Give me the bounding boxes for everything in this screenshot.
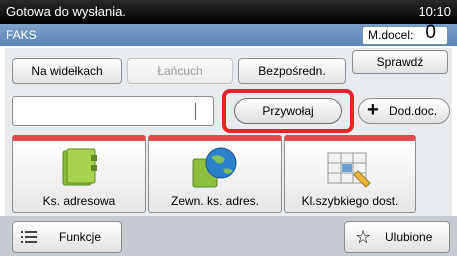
- check-button[interactable]: Sprawdź: [352, 50, 448, 74]
- on-hook-button[interactable]: Na widełkach: [12, 58, 122, 84]
- external-address-book-tile[interactable]: Zewn. ks. adres.: [148, 135, 282, 213]
- functions-label: Funkcje: [59, 230, 102, 244]
- recall-button[interactable]: Przywołaj: [234, 98, 342, 124]
- address-book-icon: [62, 148, 97, 186]
- direct-button[interactable]: Bezpośredn.: [238, 58, 346, 84]
- plus-icon: +: [367, 99, 379, 121]
- clock: 10:10: [418, 4, 451, 19]
- list-icon: [21, 231, 37, 243]
- address-book-label: Ks. adresowa: [42, 194, 116, 208]
- star-icon: ☆: [355, 227, 372, 247]
- text-cursor: [195, 103, 196, 120]
- status-bar: Gotowa do wysłania. 10:10: [0, 0, 457, 24]
- fax-number-input[interactable]: [12, 96, 214, 126]
- add-destination-label: Dod.doc.: [389, 104, 438, 118]
- add-destination-button[interactable]: + Dod.doc.: [358, 98, 450, 124]
- favorites-label: Ulubione: [385, 230, 433, 244]
- external-address-book-label: Zewn. ks. adres.: [170, 194, 260, 208]
- speed-dial-icon: [327, 152, 371, 188]
- functions-button[interactable]: Funkcje: [12, 221, 122, 253]
- favorites-button[interactable]: ☆ Ulubione: [344, 221, 450, 253]
- destination-counter: M.docel: 0: [362, 22, 448, 45]
- globe-book-icon: [192, 147, 237, 188]
- destination-count: 0: [425, 22, 436, 43]
- title-bar: FAKS M.docel: 0: [0, 22, 457, 46]
- mode-title: FAKS: [6, 28, 37, 42]
- speed-dial-label: Kl.szybkiego dost.: [301, 194, 399, 208]
- destination-counter-label: M.docel:: [368, 28, 414, 42]
- status-message: Gotowa do wysłania.: [6, 4, 126, 19]
- address-book-tile[interactable]: Ks. adresowa: [12, 135, 146, 213]
- speed-dial-tile[interactable]: Kl.szybkiego dost.: [284, 135, 416, 213]
- chain-button[interactable]: Łańcuch: [127, 58, 233, 84]
